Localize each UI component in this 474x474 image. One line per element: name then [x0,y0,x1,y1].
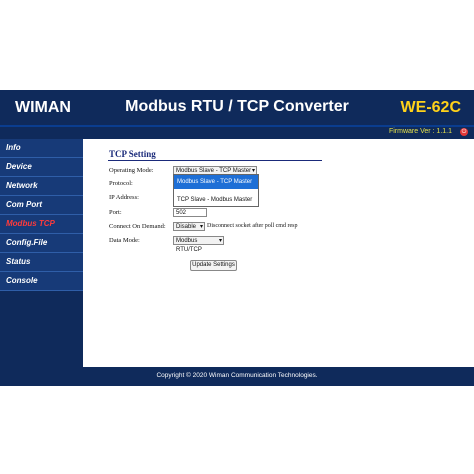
sidebar-item-modbus-tcp[interactable]: Modbus TCP [0,215,83,234]
firmware-version: Firmware Ver : 1.1.1 [388,128,452,135]
dropdown-option-slave-tcp-master[interactable]: Modbus Slave - TCP Master [174,175,258,189]
operating-mode-dropdown: Modbus Slave - TCP Master TCP Slave - Mo… [173,174,259,207]
dropdown-option-tcp-slave-modbus-master[interactable]: TCP Slave - Modbus Master [174,193,258,207]
connect-on-demand-value: Disable [176,224,197,230]
logout-icon[interactable]: ⏻ [460,128,468,136]
header-bar: WIMAN Modbus RTU / TCP Converter WE-62C [0,90,474,127]
connect-on-demand-select[interactable]: Disable ▾ [173,222,205,231]
footer-bar: Copyright © 2020 Wiman Communication Tec… [0,367,474,386]
model-name: WE-62C [400,99,461,116]
sidebar-item-network[interactable]: Network [0,177,83,196]
sidebar: Info Device Network Com Port Modbus TCP … [0,139,83,367]
main-content: TCP Setting Operating Mode: Modbus Slave… [84,139,474,367]
connect-on-demand-note: Disconnect socket after poll cmd resp [207,223,298,229]
connect-on-demand-label: Connect On Demand: [109,223,166,230]
section-title: TCP Setting [109,149,156,159]
port-input[interactable]: 502 [173,208,207,217]
port-label: Port: [109,209,122,216]
ip-address-label: IP Address: [109,194,139,201]
data-mode-select[interactable]: Modbus RTU/TCP ▾ [173,236,224,253]
copyright-text: Copyright © 2020 Wiman Communication Tec… [156,372,318,379]
data-mode-value: Modbus RTU/TCP [176,238,202,253]
chevron-down-icon: ▾ [218,238,222,244]
data-mode-label: Data Mode: [109,237,140,244]
title-divider [108,160,322,161]
operating-mode-label: Operating Mode: [109,167,154,174]
sidebar-item-com-port[interactable]: Com Port [0,196,83,215]
app-frame: WIMAN Modbus RTU / TCP Converter WE-62C … [0,90,474,386]
sidebar-item-console[interactable]: Console [0,272,83,291]
chevron-down-icon: ▾ [199,224,203,230]
sidebar-item-device[interactable]: Device [0,158,83,177]
update-settings-button[interactable]: Update Settings [190,260,237,271]
sidebar-item-info[interactable]: Info [0,139,83,158]
firmware-bar: Firmware Ver : 1.1.1 ⏻ [0,127,474,139]
protocol-label: Protocol: [109,180,133,187]
sidebar-item-config-file[interactable]: Config.File [0,234,83,253]
sidebar-item-status[interactable]: Status [0,253,83,272]
